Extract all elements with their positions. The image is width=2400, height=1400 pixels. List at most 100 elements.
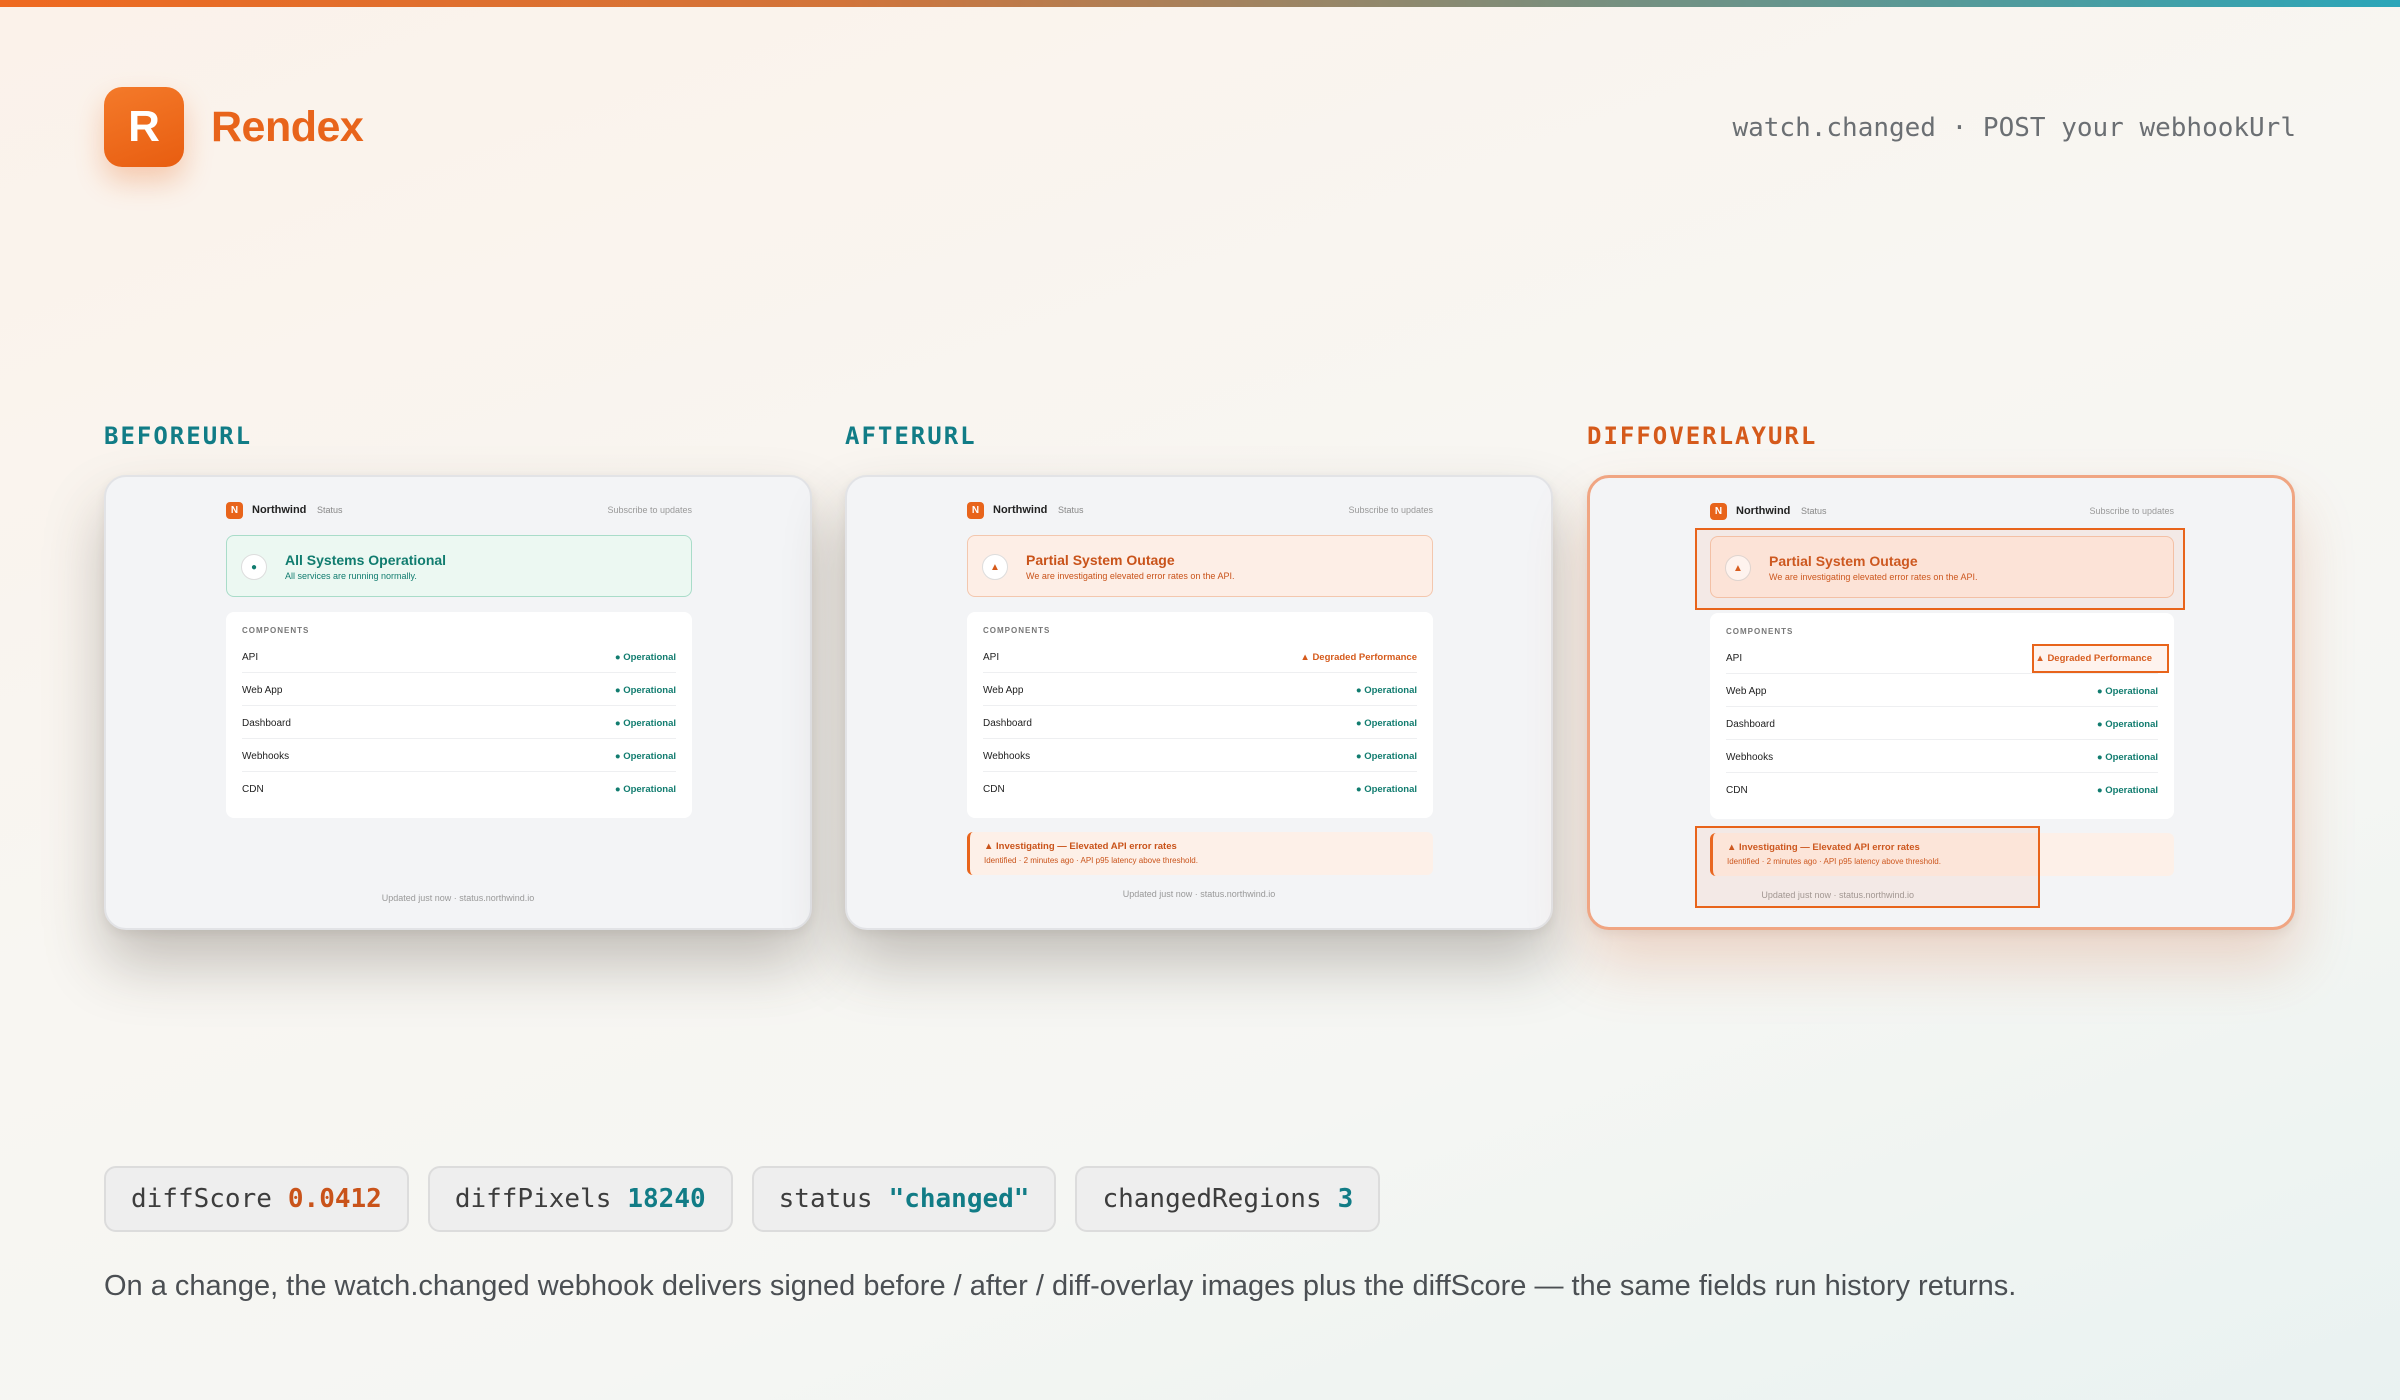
component-row: Dashboard ● Operational xyxy=(242,706,676,739)
caption: On a change, the watch.changed webhook d… xyxy=(104,1270,2017,1302)
chip-key: diffPixels xyxy=(454,1184,612,1214)
component-name: Web App xyxy=(242,685,283,696)
component-status: ● Operational xyxy=(614,652,676,663)
northwind-name: Northwind xyxy=(252,504,307,516)
banner-title: Partial System Outage xyxy=(1026,552,1175,568)
component-status: ● Operational xyxy=(2096,785,2158,796)
webhook-event-line: watch.changed · POST your webhookUrl xyxy=(1732,113,2296,143)
after-url-label: AFTERURL xyxy=(845,422,977,450)
component-row: API ▲ Degraded Performance xyxy=(983,640,1417,673)
northwind-name: Northwind xyxy=(1736,505,1791,517)
components-heading: COMPONENTS xyxy=(1726,627,1794,636)
chip-key: status xyxy=(778,1184,873,1214)
status-banner: ● All Systems Operational All services a… xyxy=(226,535,692,597)
subscribe-link: Subscribe to updates xyxy=(1348,505,1433,515)
diff-score-chip: diffScore 0.0412 xyxy=(104,1166,409,1232)
component-row: CDN ● Operational xyxy=(1726,773,2158,806)
changed-regions-chip: changedRegions 3 xyxy=(1075,1166,1381,1232)
component-name: API xyxy=(1726,653,1743,664)
brand: R Rendex xyxy=(104,87,364,167)
changed-region-highlight xyxy=(2032,644,2169,673)
diff-overlay-screenshot-card[interactable]: N Northwind Status Subscribe to updates … xyxy=(1587,475,2295,930)
component-row: Webhooks ● Operational xyxy=(1726,740,2158,773)
component-name: Webhooks xyxy=(1726,752,1774,763)
component-status: ● Operational xyxy=(1355,718,1417,729)
component-status: ● Operational xyxy=(1355,751,1417,762)
after-screenshot-card[interactable]: N Northwind Status Subscribe to updates … xyxy=(845,475,1553,930)
status-footer: Updated just now · status.northwind.io xyxy=(1122,889,1276,899)
components-list: COMPONENTS API ▲ Degraded Performance We… xyxy=(967,612,1433,818)
changed-region-highlight xyxy=(1695,826,2040,908)
component-status: ● Operational xyxy=(1355,685,1417,696)
incident-notice: ▲ Investigating — Elevated API error rat… xyxy=(967,832,1433,875)
component-row: Web App ● Operational xyxy=(983,673,1417,706)
diff-metrics: diffScore 0.0412 diffPixels 18240 status… xyxy=(104,1166,1381,1232)
component-status: ▲ Degraded Performance xyxy=(1300,652,1417,663)
component-status: ● Operational xyxy=(2096,686,2158,697)
component-status: ● Operational xyxy=(2096,719,2158,730)
status-label: Status xyxy=(1801,506,1827,516)
component-name: Webhooks xyxy=(242,751,290,762)
component-name: Web App xyxy=(1726,686,1767,697)
component-status: ● Operational xyxy=(1355,784,1417,795)
component-row: Web App ● Operational xyxy=(242,673,676,706)
component-name: Dashboard xyxy=(983,718,1032,729)
subscribe-link: Subscribe to updates xyxy=(2089,506,2174,516)
component-name: Webhooks xyxy=(983,751,1031,762)
chip-value: "changed" xyxy=(888,1184,1030,1214)
component-name: API xyxy=(983,652,1000,663)
subscribe-link: Subscribe to updates xyxy=(607,505,692,515)
chip-value: 18240 xyxy=(627,1184,706,1214)
chip-value: 0.0412 xyxy=(287,1184,382,1214)
component-name: API xyxy=(242,652,259,663)
northwind-name: Northwind xyxy=(993,504,1048,516)
status-page-header: N Northwind Status Subscribe to updates xyxy=(967,502,1433,522)
top-gradient-bar xyxy=(0,0,2400,7)
components-list: COMPONENTS API ● Operational Web App ● O… xyxy=(226,612,692,818)
component-name: Web App xyxy=(983,685,1024,696)
status-banner: ▲ Partial System Outage We are investiga… xyxy=(967,535,1433,597)
northwind-logo-icon: N xyxy=(1710,503,1727,520)
component-row: Webhooks ● Operational xyxy=(983,739,1417,772)
banner-title: All Systems Operational xyxy=(285,552,447,568)
status-footer: Updated just now · status.northwind.io xyxy=(381,893,535,903)
components-heading: COMPONENTS xyxy=(242,626,310,635)
component-row: CDN ● Operational xyxy=(983,772,1417,805)
before-screenshot-card[interactable]: N Northwind Status Subscribe to updates … xyxy=(104,475,812,930)
component-status: ● Operational xyxy=(614,718,676,729)
component-row: Dashboard ● Operational xyxy=(983,706,1417,739)
warning-triangle-icon: ▲ xyxy=(982,554,1008,580)
diff-overlay-url-label: DIFFOVERLAYURL xyxy=(1587,422,1818,450)
banner-description: We are investigating elevated error rate… xyxy=(1026,571,1235,581)
component-name: CDN xyxy=(983,784,1005,795)
diff-pixels-chip: diffPixels 18240 xyxy=(427,1166,733,1232)
component-status: ● Operational xyxy=(614,784,676,795)
status-page-header: N Northwind Status Subscribe to updates xyxy=(226,502,692,522)
component-status: ● Operational xyxy=(614,685,676,696)
brand-name: Rendex xyxy=(211,102,364,151)
changed-region-highlight xyxy=(1695,528,2185,610)
status-dot-icon: ● xyxy=(241,554,267,580)
status-label: Status xyxy=(1058,505,1084,515)
northwind-logo-icon: N xyxy=(226,502,243,519)
status-chip: status "changed" xyxy=(751,1166,1057,1232)
northwind-logo-icon: N xyxy=(967,502,984,519)
component-row: CDN ● Operational xyxy=(242,772,676,805)
component-row: API ● Operational xyxy=(242,640,676,673)
chip-key: changedRegions xyxy=(1102,1184,1322,1214)
component-name: Dashboard xyxy=(242,718,291,729)
component-row: Webhooks ● Operational xyxy=(242,739,676,772)
components-heading: COMPONENTS xyxy=(983,626,1051,635)
component-name: CDN xyxy=(1726,785,1748,796)
rendex-logo-icon: R xyxy=(104,87,184,167)
status-label: Status xyxy=(317,505,343,515)
component-name: Dashboard xyxy=(1726,719,1775,730)
incident-description: Identified · 2 minutes ago · API p95 lat… xyxy=(984,856,1198,865)
incident-title: ▲ Investigating — Elevated API error rat… xyxy=(984,841,1177,852)
chip-key: diffScore xyxy=(131,1184,272,1214)
component-row: Web App ● Operational xyxy=(1726,674,2158,707)
component-status: ● Operational xyxy=(2096,752,2158,763)
component-name: CDN xyxy=(242,784,264,795)
component-status: ● Operational xyxy=(614,751,676,762)
component-row: Dashboard ● Operational xyxy=(1726,707,2158,740)
